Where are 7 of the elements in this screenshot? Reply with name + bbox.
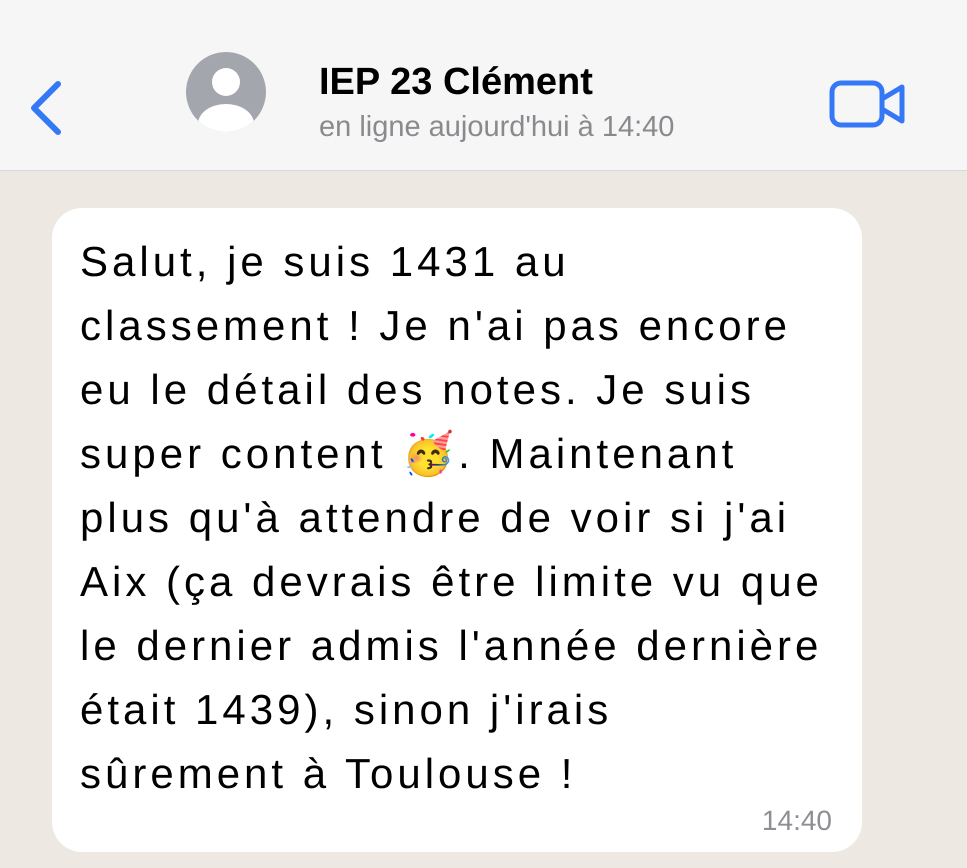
contact-name: IEP 23 Clément	[319, 60, 594, 105]
video-call-icon[interactable]	[829, 80, 907, 128]
avatar-icon[interactable]	[186, 52, 266, 132]
message-text: Salut, je suis 1431 au classement ! Je n'ai pas encore eu le détail des notes. Je suis super content 🥳. Maintenant plus qu'à attendre de voir si j'ai Aix (ça devrais être limite vu que le dernier admis l'année dernière était 1439), sinon j'irais sûrement à Toulouse !	[80, 237, 824, 799]
back-icon[interactable]	[28, 80, 62, 136]
message-time: 14:40	[762, 806, 832, 836]
status-text: en ligne aujourd'hui à 14:40	[319, 110, 674, 145]
